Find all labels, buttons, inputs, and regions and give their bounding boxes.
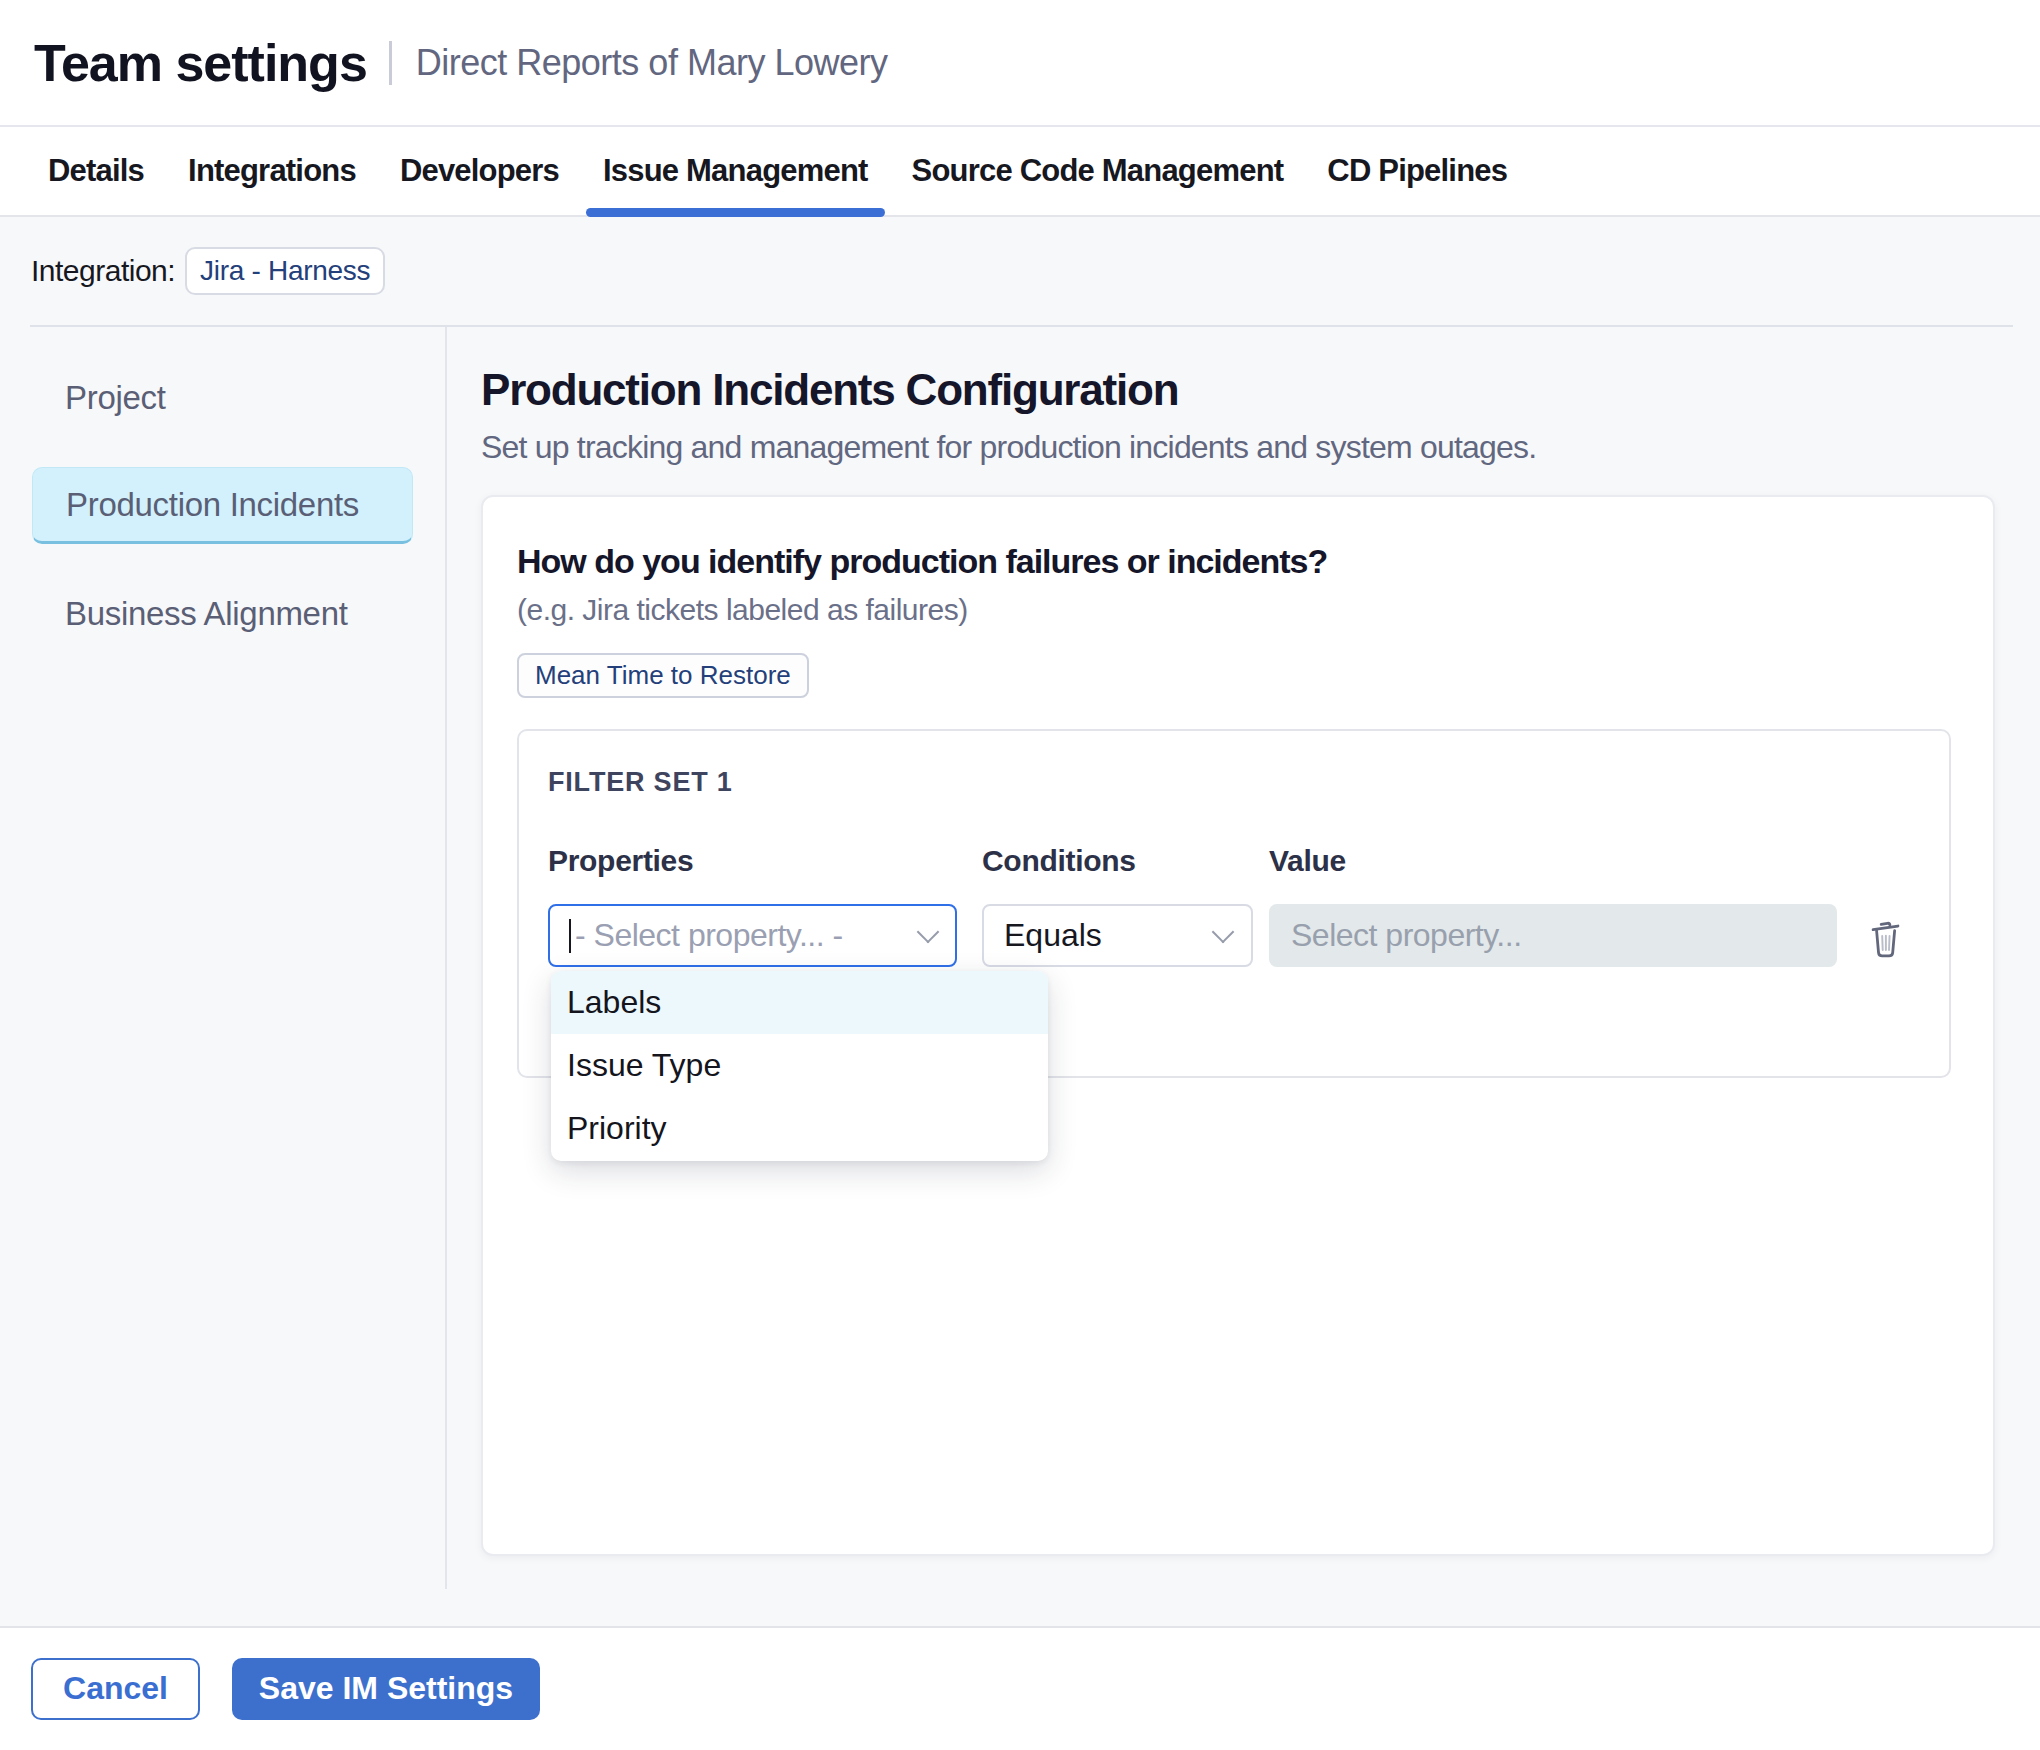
sidebar-divider bbox=[445, 327, 447, 1589]
question-heading: How do you identify production failures … bbox=[517, 542, 1993, 581]
tab-cd-pipelines[interactable]: CD Pipelines bbox=[1310, 127, 1524, 215]
dropdown-option-issue-type[interactable]: Issue Type bbox=[551, 1034, 1048, 1097]
page-title: Team settings bbox=[34, 33, 367, 93]
tab-bar: Details Integrations Developers Issue Ma… bbox=[0, 127, 2040, 217]
dropdown-option-priority[interactable]: Priority bbox=[551, 1097, 1048, 1160]
incidents-config-card: How do you identify production failures … bbox=[481, 495, 1995, 1556]
main-panel: Production Incidents Configuration Set u… bbox=[445, 327, 2040, 1626]
column-conditions: Conditions bbox=[982, 844, 1269, 878]
question-hint: (e.g. Jira tickets labeled as failures) bbox=[517, 593, 1993, 627]
tab-issue-management[interactable]: Issue Management bbox=[586, 127, 885, 215]
sidebar-item-production-incidents[interactable]: Production Incidents bbox=[32, 467, 413, 544]
filter-set-box: FILTER SET 1 Properties Conditions Value… bbox=[517, 729, 1951, 1078]
property-select[interactable]: - Select property... - bbox=[548, 904, 957, 967]
dropdown-option-labels[interactable]: Labels bbox=[551, 971, 1048, 1034]
chevron-down-icon bbox=[1212, 921, 1235, 944]
condition-select[interactable]: Equals bbox=[982, 904, 1253, 967]
page-subtitle: Direct Reports of Mary Lowery bbox=[416, 42, 888, 84]
tab-integrations[interactable]: Integrations bbox=[171, 127, 373, 215]
delete-filter-icon[interactable] bbox=[1864, 913, 1906, 959]
column-properties: Properties bbox=[548, 844, 982, 878]
value-input[interactable]: Select property... bbox=[1269, 904, 1837, 967]
save-im-settings-button[interactable]: Save IM Settings bbox=[232, 1658, 540, 1720]
integration-label: Integration: bbox=[31, 254, 175, 288]
integration-chip[interactable]: Jira - Harness bbox=[185, 247, 385, 295]
value-placeholder: Select property... bbox=[1291, 917, 1522, 954]
property-placeholder: - Select property... - bbox=[575, 917, 920, 954]
settings-sidebar: Project Production Incidents Business Al… bbox=[0, 327, 445, 1626]
tab-source-code-management[interactable]: Source Code Management bbox=[895, 127, 1301, 215]
tab-details[interactable]: Details bbox=[31, 127, 161, 215]
filter-set-title: FILTER SET 1 bbox=[548, 767, 1949, 798]
footer-bar: Cancel Save IM Settings bbox=[0, 1626, 2040, 1749]
sidebar-item-business-alignment[interactable]: Business Alignment bbox=[32, 575, 413, 652]
cancel-button[interactable]: Cancel bbox=[31, 1658, 200, 1720]
chevron-down-icon bbox=[917, 921, 940, 944]
property-dropdown-menu: Labels Issue Type Priority bbox=[551, 971, 1048, 1161]
condition-value: Equals bbox=[1004, 917, 1215, 954]
page-body: Integration: Jira - Harness Project Prod… bbox=[0, 217, 2040, 1626]
integration-row: Integration: Jira - Harness bbox=[0, 217, 2040, 325]
page-header: Team settings Direct Reports of Mary Low… bbox=[0, 0, 2040, 127]
sidebar-item-project[interactable]: Project bbox=[32, 359, 413, 436]
column-value: Value bbox=[1269, 844, 1346, 878]
title-separator bbox=[389, 41, 392, 85]
filter-columns: Properties Conditions Value bbox=[548, 844, 1949, 878]
section-title: Production Incidents Configuration bbox=[481, 365, 2040, 415]
tab-developers[interactable]: Developers bbox=[383, 127, 576, 215]
text-caret bbox=[569, 919, 571, 953]
section-subtitle: Set up tracking and management for produ… bbox=[481, 429, 2040, 466]
mean-time-to-restore-chip[interactable]: Mean Time to Restore bbox=[517, 653, 809, 698]
